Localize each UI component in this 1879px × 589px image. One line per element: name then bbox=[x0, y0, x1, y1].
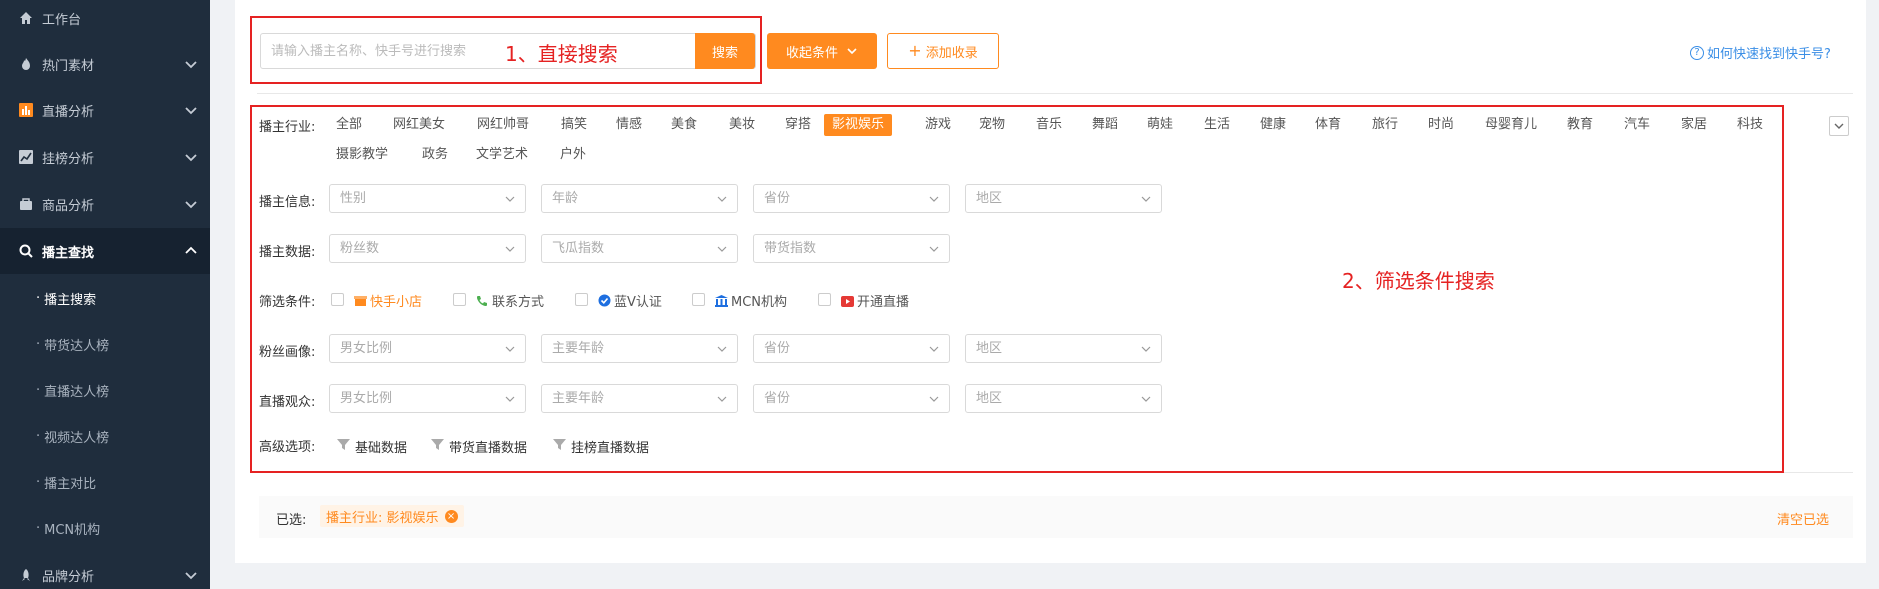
flame-icon bbox=[18, 56, 34, 72]
expand-industry-toggle[interactable] bbox=[1829, 116, 1849, 136]
sidebar-item-streamer-search[interactable]: 播主查找 bbox=[0, 228, 210, 274]
chevron-down-icon bbox=[185, 107, 197, 115]
clear-selected-link[interactable]: 清空已选 bbox=[1777, 509, 1829, 528]
help-link-label: 如何快速找到快手号? bbox=[1707, 47, 1831, 62]
sidebar-subitem-label: 直播达人榜 bbox=[44, 384, 110, 400]
help-link[interactable]: ? 如何快速找到快手号? bbox=[1690, 43, 1831, 62]
sidebar-item-label: 工作台 bbox=[42, 12, 82, 28]
sidebar-subitem-video-rank[interactable]: · 视频达人榜 bbox=[0, 413, 210, 459]
selected-label: 已选: bbox=[276, 513, 307, 528]
sidebar-item-label: 商品分析 bbox=[42, 198, 95, 214]
sidebar-subitem-label: 播主搜索 bbox=[44, 292, 97, 308]
sidebar-subitem-label: 带货达人榜 bbox=[44, 338, 110, 354]
search-icon bbox=[18, 243, 34, 259]
sidebar: 工作台 热门素材 直播分析 挂榜分析 商品分析 播主查找 · 播主搜索 · 带货达人… bbox=[0, 0, 210, 589]
add-collection-label: 添加收录 bbox=[925, 45, 978, 61]
sidebar-subitem-compare[interactable]: · 播主对比 bbox=[0, 459, 210, 505]
selected-chip[interactable]: 播主行业: 影视娱乐 × bbox=[320, 505, 464, 527]
rocket-icon bbox=[18, 567, 34, 583]
sidebar-item-hot-material[interactable]: 热门素材 bbox=[0, 41, 210, 87]
close-icon[interactable]: × bbox=[444, 509, 458, 523]
sidebar-item-label: 直播分析 bbox=[42, 104, 95, 120]
divider bbox=[257, 93, 1853, 94]
question-icon: ? bbox=[1690, 45, 1704, 60]
sidebar-item-label: 挂榜分析 bbox=[42, 151, 95, 167]
chevron-down-icon bbox=[1834, 123, 1844, 129]
chevron-down-icon bbox=[185, 154, 197, 162]
add-collection-button[interactable]: + 添加收录 bbox=[887, 33, 999, 69]
sidebar-item-label: 品牌分析 bbox=[42, 569, 95, 585]
sidebar-subitem-mcn[interactable]: · MCN机构 bbox=[0, 505, 210, 551]
sidebar-item-product-analysis[interactable]: 商品分析 bbox=[0, 181, 210, 227]
sidebar-subitem-label: 视频达人榜 bbox=[44, 430, 110, 446]
annotation-text-search: 1、直接搜索 bbox=[505, 42, 618, 66]
chevron-up-icon bbox=[185, 246, 197, 254]
sidebar-item-rank-analysis[interactable]: 挂榜分析 bbox=[0, 134, 210, 180]
sidebar-item-label: 热门素材 bbox=[42, 58, 95, 74]
sidebar-item-workbench[interactable]: 工作台 bbox=[0, 0, 210, 41]
sidebar-subitem-streamer-search[interactable]: · 播主搜索 bbox=[0, 275, 210, 321]
sidebar-subitem-sales-rank[interactable]: · 带货达人榜 bbox=[0, 321, 210, 367]
chevron-down-icon bbox=[847, 48, 857, 55]
home-icon bbox=[18, 10, 34, 26]
bar-chart-icon bbox=[18, 102, 34, 118]
annotation-box-filters bbox=[250, 105, 1784, 473]
chevron-down-icon bbox=[185, 572, 197, 580]
sidebar-subitem-label: 播主对比 bbox=[44, 476, 97, 492]
selected-chip-label: 播主行业: 影视娱乐 bbox=[326, 510, 439, 526]
sidebar-item-label: 播主查找 bbox=[42, 245, 95, 261]
line-chart-icon bbox=[18, 149, 34, 165]
selected-bar bbox=[259, 496, 1853, 538]
plus-icon: + bbox=[908, 41, 922, 60]
annotation-text-filters: 2、筛选条件搜索 bbox=[1342, 269, 1495, 293]
sidebar-item-live-analysis[interactable]: 直播分析 bbox=[0, 87, 210, 133]
sidebar-subitem-live-rank[interactable]: · 直播达人榜 bbox=[0, 367, 210, 413]
chevron-down-icon bbox=[185, 201, 197, 209]
sidebar-item-brand-analysis[interactable]: 品牌分析 bbox=[0, 552, 210, 589]
chevron-down-icon bbox=[185, 61, 197, 69]
sidebar-subitem-label: MCN机构 bbox=[44, 522, 101, 538]
bag-icon bbox=[18, 196, 34, 212]
collapse-filters-label: 收起条件 bbox=[785, 45, 838, 61]
collapse-filters-button[interactable]: 收起条件 bbox=[767, 33, 877, 69]
